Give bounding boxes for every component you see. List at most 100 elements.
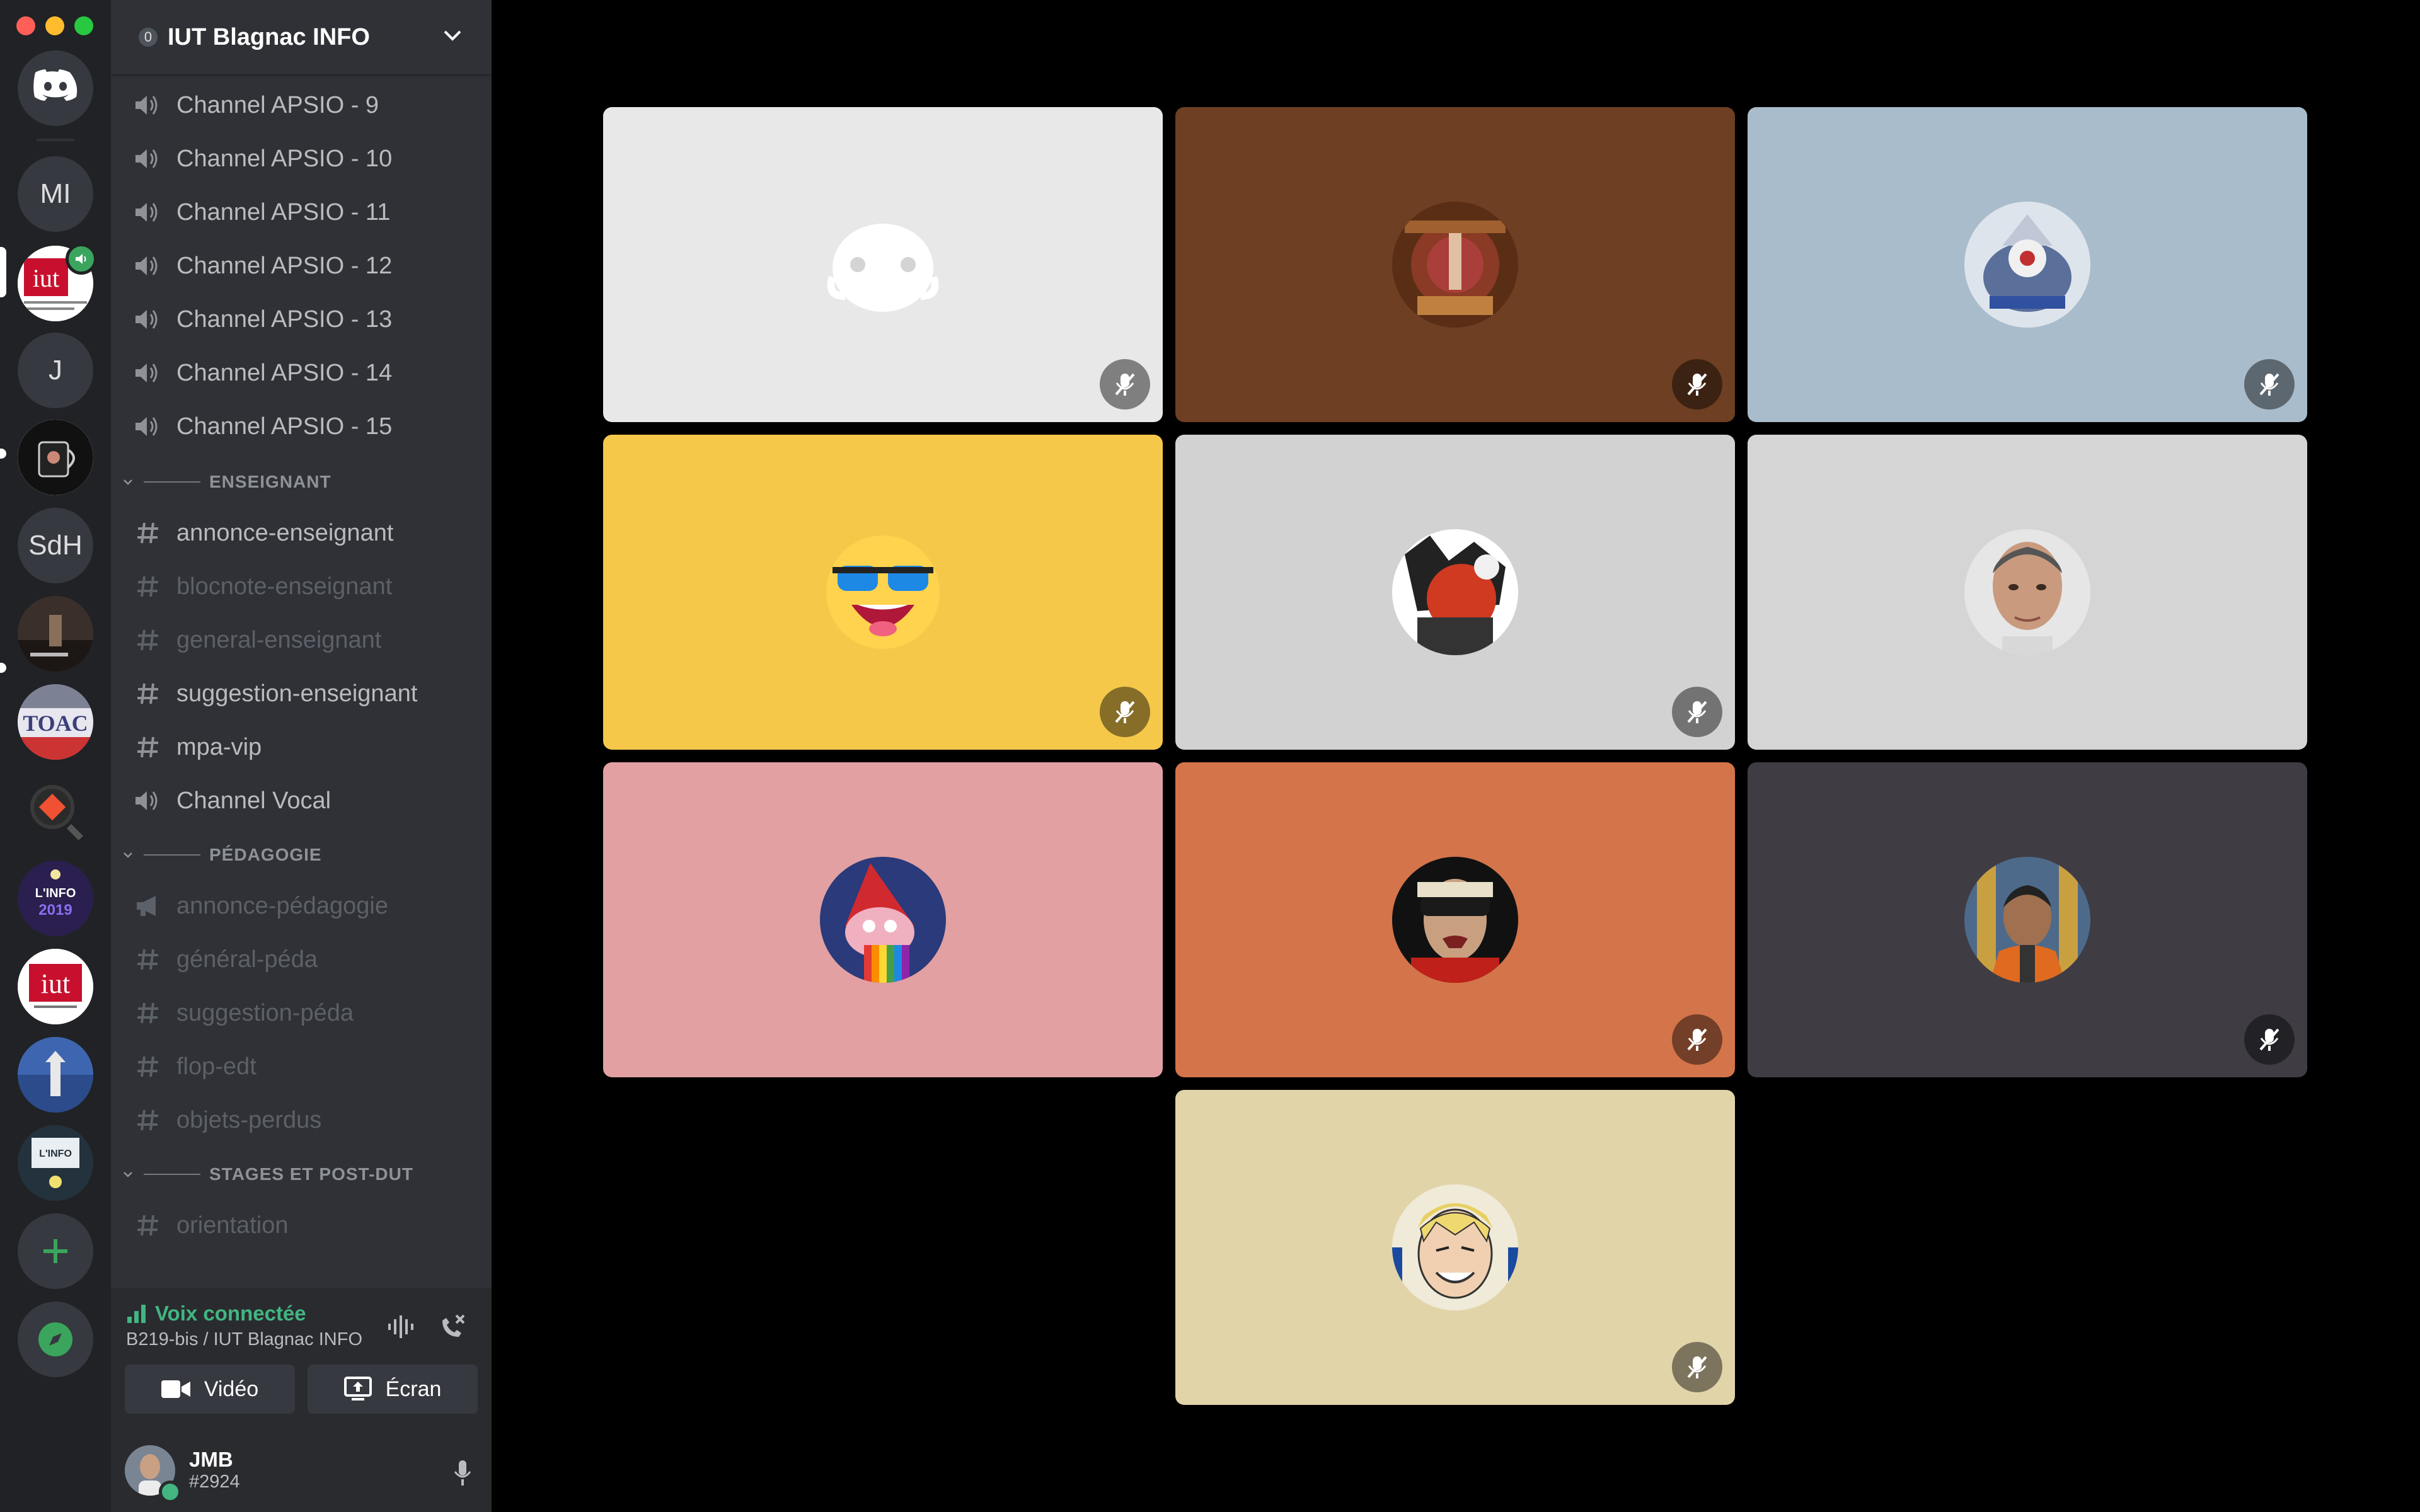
- chevron-down-icon: [441, 24, 464, 50]
- text-channel[interactable]: objets-perdus: [134, 1098, 321, 1142]
- text-channel[interactable]: suggestion-enseignant: [134, 672, 417, 716]
- window-minimize-button[interactable]: [45, 16, 64, 35]
- voice-channel[interactable]: Channel Vocal: [134, 779, 331, 823]
- discord-default-avatar: [820, 202, 946, 328]
- server-nuit-info-2019[interactable]: L'INFO 2019: [18, 861, 93, 936]
- guild-boost-badge: 0: [139, 28, 158, 47]
- speaker-icon: [134, 251, 163, 280]
- server-mug[interactable]: [18, 420, 93, 495]
- voice-channel[interactable]: Channel APSIO - 15: [134, 404, 392, 449]
- muted-microphone-icon: [1672, 359, 1722, 410]
- user-panel: JMB #2924: [111, 1436, 492, 1512]
- server-mi[interactable]: MI: [18, 156, 93, 232]
- screen-share-button-label: Écran: [385, 1377, 442, 1401]
- participant-tile[interactable]: [1175, 762, 1735, 1077]
- text-channel[interactable]: mpa-vip: [134, 725, 262, 769]
- voice-channel[interactable]: Channel APSIO - 11: [134, 190, 390, 234]
- guild-name: IUT Blagnac INFO: [168, 23, 370, 50]
- online-status-indicator: [159, 1480, 182, 1503]
- explore-servers-button[interactable]: [18, 1302, 93, 1377]
- server-toac[interactable]: TOAC: [18, 684, 93, 760]
- noise-suppression-button[interactable]: [383, 1308, 421, 1346]
- chevron-down-icon: [124, 1172, 132, 1177]
- speaker-icon: [134, 358, 163, 387]
- text-channel[interactable]: annonce-pédagogie: [134, 884, 388, 928]
- muted-microphone-icon: [1672, 687, 1722, 737]
- rainbow-gnome-avatar: [820, 857, 946, 983]
- voice-channel[interactable]: Channel APSIO - 10: [134, 137, 392, 181]
- category-name: PÉDAGOGIE: [209, 845, 322, 864]
- server-nuit-info-2020[interactable]: L'INFO: [18, 1125, 93, 1201]
- text-channel[interactable]: flop-edt: [134, 1045, 256, 1089]
- channel-name: Channel APSIO - 13: [176, 306, 393, 333]
- text-channel[interactable]: general-enseignant: [134, 618, 381, 662]
- svg-text:L'INFO: L'INFO: [39, 1148, 72, 1159]
- server-label: SdH: [28, 530, 83, 561]
- window-close-button[interactable]: [16, 16, 35, 35]
- svg-text:2019: 2019: [38, 902, 72, 919]
- participant-tile[interactable]: [603, 107, 1163, 422]
- server-git[interactable]: [18, 772, 93, 848]
- category-header[interactable]: PÉDAGOGIE: [122, 842, 322, 868]
- discord-home-button[interactable]: [18, 50, 93, 126]
- server-iut[interactable]: iut: [18, 949, 93, 1024]
- microphone-button[interactable]: [442, 1453, 483, 1493]
- nuit-info-2020-logo-icon: L'INFO: [18, 1125, 93, 1201]
- channel-name: général-péda: [176, 946, 318, 973]
- channel-name: blocnote-enseignant: [176, 573, 393, 600]
- window-zoom-button[interactable]: [74, 16, 93, 35]
- voice-channel[interactable]: Channel APSIO - 9: [134, 83, 379, 127]
- game-art-icon: [18, 596, 93, 672]
- category-header[interactable]: STAGES ET POST-DUT: [122, 1162, 413, 1187]
- voice-channel[interactable]: Channel APSIO - 14: [134, 351, 392, 395]
- muted-microphone-icon: [1100, 687, 1150, 737]
- channel-name: Channel APSIO - 12: [176, 252, 393, 279]
- video-button[interactable]: Vidéo: [125, 1365, 295, 1414]
- muted-microphone-icon: [1100, 359, 1150, 410]
- voice-status[interactable]: Voix connectée: [126, 1302, 306, 1326]
- camera-icon: [161, 1380, 190, 1398]
- robot-character-avatar: [1964, 202, 2090, 328]
- channel-name: annonce-enseignant: [176, 519, 394, 546]
- megaphone-icon: [134, 891, 163, 920]
- text-channel[interactable]: annonce-enseignant: [134, 511, 393, 555]
- participant-tile[interactable]: [603, 762, 1163, 1077]
- voice-channel[interactable]: Channel APSIO - 13: [134, 297, 392, 341]
- channel-name: Channel Vocal: [176, 787, 331, 814]
- text-channel[interactable]: général-péda: [134, 937, 318, 982]
- speaker-icon: [134, 412, 163, 441]
- disconnect-button[interactable]: [434, 1308, 471, 1346]
- participant-tile[interactable]: [1748, 435, 2307, 750]
- svg-text:iut: iut: [33, 264, 59, 292]
- compass-icon: [38, 1322, 72, 1356]
- text-channel[interactable]: orientation: [134, 1203, 288, 1247]
- participant-tile[interactable]: [1175, 435, 1735, 750]
- server-j[interactable]: J: [18, 333, 93, 408]
- add-server-button[interactable]: [18, 1213, 93, 1289]
- text-channel[interactable]: blocnote-enseignant: [134, 564, 392, 609]
- muted-microphone-icon: [2244, 359, 2295, 410]
- server-sdh[interactable]: SdH: [18, 508, 93, 583]
- participant-tile[interactable]: [603, 435, 1163, 750]
- participant-tile[interactable]: [1175, 107, 1735, 422]
- category-divider: [144, 854, 200, 856]
- voice-channel[interactable]: Channel APSIO - 12: [134, 244, 392, 288]
- man-portrait-avatar: [1964, 529, 2090, 655]
- text-channel[interactable]: suggestion-péda: [134, 991, 354, 1035]
- muted-microphone-icon: [1672, 1014, 1722, 1065]
- server-photo[interactable]: [18, 1037, 93, 1113]
- category-divider: [144, 481, 200, 483]
- guild-header[interactable]: 0 IUT Blagnac INFO: [111, 0, 492, 74]
- category-header[interactable]: ENSEIGNANT: [122, 469, 331, 495]
- hash-icon: [134, 1052, 163, 1081]
- muted-microphone-icon: [1672, 1342, 1722, 1392]
- manga-avatar: [1392, 529, 1518, 655]
- phone-hangup-icon: [442, 1314, 465, 1337]
- voice-location: B219-bis / IUT Blagnac INFO: [126, 1329, 363, 1349]
- svg-text:L'INFO: L'INFO: [35, 886, 76, 900]
- screen-share-button[interactable]: Écran: [308, 1365, 478, 1414]
- server-game[interactable]: [18, 596, 93, 672]
- participant-tile[interactable]: [1175, 1090, 1735, 1405]
- participant-tile[interactable]: [1748, 107, 2307, 422]
- participant-tile[interactable]: [1748, 762, 2307, 1077]
